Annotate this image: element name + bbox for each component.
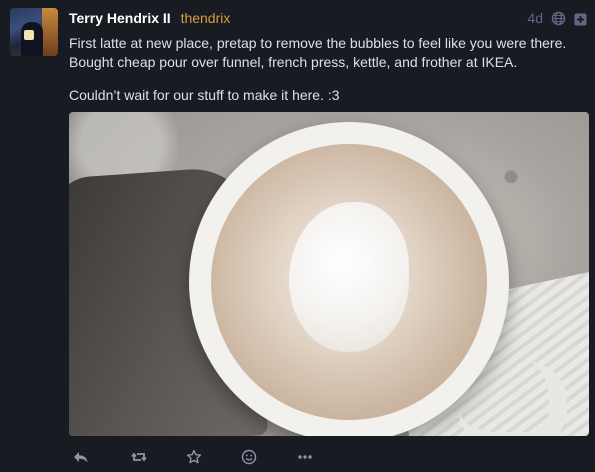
- globe-icon: [551, 11, 566, 26]
- more-button[interactable]: [293, 448, 317, 470]
- reply-button[interactable]: [69, 448, 93, 470]
- status-content: First latte at new place, pretap to remo…: [69, 34, 579, 119]
- content-paragraph: First latte at new place, pretap to remo…: [69, 35, 567, 70]
- account-handle[interactable]: thendrix: [181, 10, 231, 26]
- status-card: Terry Hendrix II thendrix 4d First latte…: [0, 0, 595, 472]
- media-foam: [289, 202, 409, 352]
- avatar-background: [42, 8, 58, 56]
- emoji-icon: [241, 449, 257, 470]
- action-bar: [69, 448, 317, 470]
- avatar-highlight: [24, 30, 34, 40]
- expand-icon[interactable]: [574, 12, 587, 26]
- relative-time[interactable]: 4d: [527, 9, 543, 27]
- more-icon: [297, 449, 313, 470]
- star-icon: [186, 449, 202, 470]
- display-name[interactable]: Terry Hendrix II: [69, 10, 171, 26]
- avatar[interactable]: [10, 8, 58, 56]
- status-meta: 4d: [527, 9, 587, 27]
- react-button[interactable]: [237, 448, 261, 470]
- media-cup-handle: [459, 362, 567, 436]
- reply-icon: [73, 449, 89, 470]
- content-paragraph: Couldn’t wait for our stuff to make it h…: [69, 87, 340, 103]
- favourite-button[interactable]: [182, 448, 206, 470]
- media-attachment[interactable]: [69, 112, 589, 436]
- boost-icon: [131, 449, 147, 470]
- status-header: Terry Hendrix II thendrix 4d: [69, 9, 587, 29]
- boost-button[interactable]: [127, 448, 151, 470]
